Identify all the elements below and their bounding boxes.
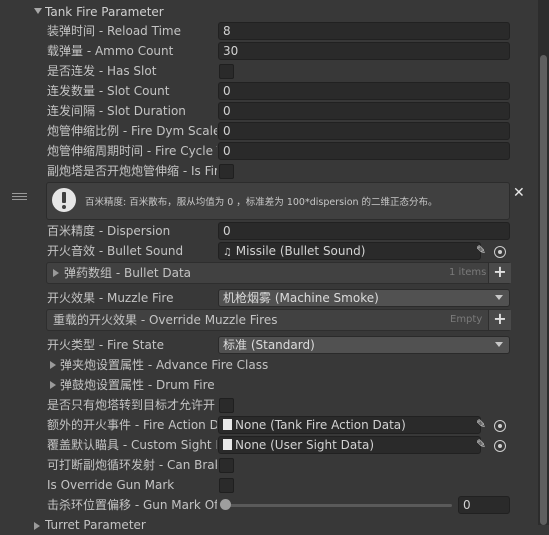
plus-icon[interactable]: + [488,263,511,283]
slot-duration-label: 连发间隔 - Slot Duration [47,104,186,118]
gun-mark-offset-label: 击杀环位置偏移 - Gun Mark Off [47,498,217,512]
slot-count-field[interactable]: 0 [218,82,510,100]
section-title[interactable]: Tank Fire Parameter [45,2,345,22]
script-icon [223,439,232,450]
fire-cycle-label: 炮管伸缩周期时间 - Fire Cycle T [47,144,217,158]
override-gun-mark-label: Is Override Gun Mark [47,478,175,492]
close-icon[interactable]: ✕ [513,186,525,200]
chevron-down-icon[interactable] [34,8,42,14]
chevron-down-icon [495,342,503,347]
slot-count-label: 连发数量 - Slot Count [47,84,170,98]
pencil-icon[interactable]: ✎ [476,437,486,451]
is-fire-checkbox[interactable] [219,164,234,179]
object-picker-icon[interactable] [494,420,506,432]
pencil-icon[interactable]: ✎ [476,243,486,257]
fire-state-dropdown[interactable]: 标准 (Standard) [218,336,510,354]
bullet-data-count: 1 items [449,267,487,278]
dispersion-label: 百米精度 - Dispersion [47,224,171,238]
only-turret-label: 是否只有炮塔转到目标才允许开 [47,398,216,412]
muzzle-fire-label: 开火效果 - Muzzle Fire [47,291,174,305]
bullet-data-label: 弹药数组 - Bullet Data [64,266,192,280]
fire-cycle-field[interactable]: 0 [218,142,510,160]
muzzle-fire-value: 机枪烟雾 (Machine Smoke) [223,291,379,305]
is-fire-label: 副炮塔是否开炮炮管伸缩 - Is Fir [47,164,217,178]
drag-handle-icon[interactable] [12,193,27,202]
warning-icon [52,188,76,212]
fire-dym-scale-label: 炮管伸缩比例 - Fire Dym Scale [47,124,217,138]
override-muzzle-label: 重载的开火效果 - Override Muzzle Fires [53,313,278,327]
can-brake-label: 可打断副炮循环发射 - Can Brak [47,458,217,472]
gun-mark-offset-field[interactable]: 0 [458,496,510,514]
chevron-down-icon [495,295,503,300]
override-muzzle-empty: Empty [450,314,483,325]
dispersion-field[interactable]: 0 [218,222,510,240]
pencil-icon[interactable]: ✎ [476,417,486,431]
only-turret-checkbox[interactable] [219,398,234,413]
custom-sight-value: None (User Sight Data) [235,438,374,452]
gun-mark-offset-slider-handle[interactable] [220,499,231,510]
foldout-arrow-icon[interactable] [53,269,59,277]
gun-mark-offset-slider-track[interactable] [225,504,452,507]
reload-time-field[interactable]: 8 [218,22,510,40]
help-text: 百米精度: 百米散布，服从均值为 0 ，标准差为 100*dispersion … [85,197,438,208]
plus-icon[interactable]: + [488,310,511,330]
object-picker-icon[interactable] [494,246,506,258]
has-slot-checkbox[interactable] [219,64,234,79]
drum-fire-label[interactable]: 弹鼓炮设置属性 - Drum Fire [60,375,310,395]
bullet-sound-label: 开火音效 - Bullet Sound [47,244,184,258]
foldout-arrow-icon[interactable] [50,361,56,369]
has-slot-label: 是否连发 - Has Slot [47,64,157,78]
bullet-sound-field[interactable]: ♫ Missile (Bullet Sound) [218,242,481,260]
help-box: 百米精度: 百米散布，服从均值为 0 ，标准差为 100*dispersion … [46,182,510,220]
muzzle-fire-dropdown[interactable]: 机枪烟雾 (Machine Smoke) [218,289,510,307]
advance-fire-label[interactable]: 弹夹炮设置属性 - Advance Fire Class [60,355,310,375]
ammo-count-field[interactable]: 30 [218,42,510,60]
fire-action-label: 额外的开火事件 - Fire Action Da [47,418,217,432]
custom-sight-field[interactable]: None (User Sight Data) [218,436,481,454]
can-brake-checkbox[interactable] [219,458,234,473]
fire-action-value: None (Tank Fire Action Data) [235,418,406,432]
fire-state-label: 开火类型 - Fire State [47,338,164,352]
reload-time-label: 装弹时间 - Reload Time [47,24,181,38]
object-picker-icon[interactable] [494,440,506,452]
custom-sight-label: 覆盖默认瞄具 - Custom Sight D [47,438,217,452]
bullet-data-list[interactable]: 弹药数组 - Bullet Data 1 items + [46,262,511,284]
turret-parameter-title[interactable]: Turret Parameter [45,515,245,535]
bullet-sound-value: Missile (Bullet Sound) [235,244,366,258]
script-icon [223,419,232,430]
fire-state-value: 标准 (Standard) [223,338,315,352]
fire-action-field[interactable]: None (Tank Fire Action Data) [218,416,481,434]
foldout-arrow-icon[interactable] [34,522,40,530]
fire-dym-scale-field[interactable]: 0 [218,122,510,140]
scrollbar-thumb[interactable] [540,55,547,525]
ammo-count-label: 载弹量 - Ammo Count [47,44,174,58]
override-gun-mark-checkbox[interactable] [219,478,234,493]
slot-duration-field[interactable]: 0 [218,102,510,120]
audio-clip-icon: ♫ [223,247,232,258]
override-muzzle-list[interactable]: 重载的开火效果 - Override Muzzle Fires Empty + [46,309,511,331]
foldout-arrow-icon[interactable] [50,381,56,389]
scrollbar[interactable] [538,0,549,525]
